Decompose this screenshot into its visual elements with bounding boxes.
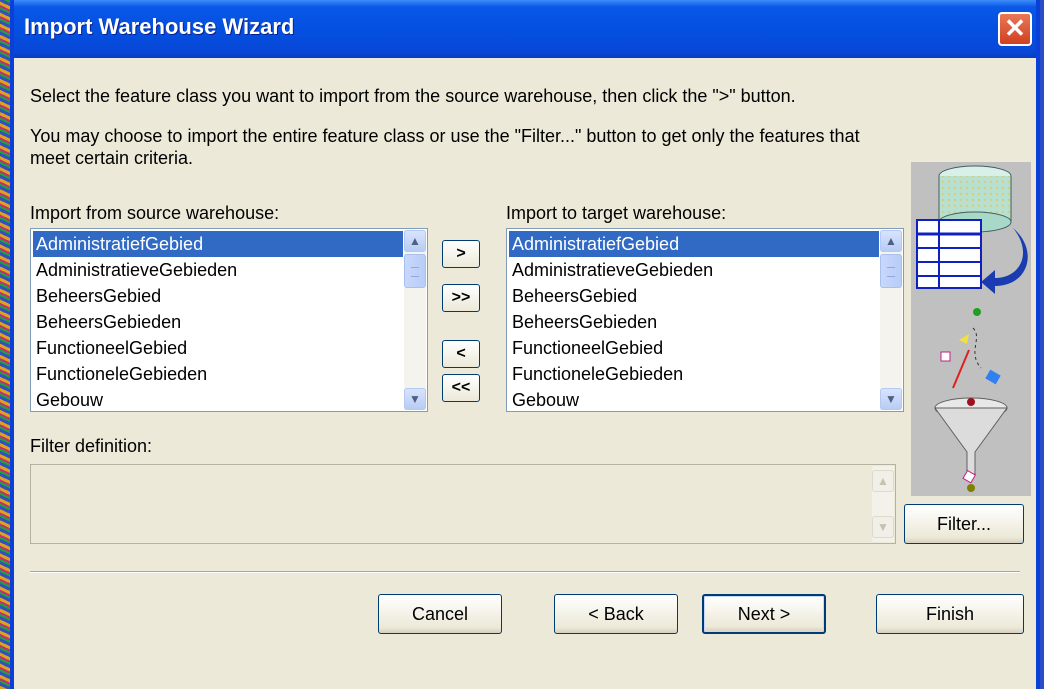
instruction-line-2: You may choose to import the entire feat… <box>30 126 860 146</box>
list-item[interactable]: BeheersGebieden <box>509 309 879 335</box>
source-listbox[interactable]: AdministratiefGebied AdministratieveGebie… <box>30 228 428 412</box>
scroll-up-icon[interactable]: ▲ <box>880 230 902 252</box>
filter-definition-field[interactable]: ▲ ▼ <box>30 464 896 544</box>
list-item[interactable]: FunctioneelGebied <box>33 335 403 361</box>
scroll-up-icon: ▲ <box>872 470 894 492</box>
target-listbox[interactable]: AdministratiefGebied AdministratieveGebie… <box>506 228 904 412</box>
close-button[interactable]: ✕ <box>998 12 1032 46</box>
list-item[interactable]: AdministratiefGebied <box>509 231 879 257</box>
list-item[interactable]: BeheersGebied <box>33 283 403 309</box>
list-item[interactable]: FunctioneleGebieden <box>509 361 879 387</box>
list-item[interactable]: FunctioneelGebied <box>509 335 879 361</box>
next-button-label: Next > <box>737 604 791 624</box>
list-item[interactable]: AdministratieveGebieden <box>509 257 879 283</box>
scroll-up-icon[interactable]: ▲ <box>404 230 426 252</box>
target-scrollbar[interactable]: ▲ ▼ <box>880 230 902 410</box>
add-button[interactable]: > <box>442 240 480 268</box>
scroll-thumb[interactable] <box>404 254 426 288</box>
finish-button-label: Finish <box>925 604 974 624</box>
target-list-label: Import to target warehouse: <box>506 203 727 223</box>
list-item[interactable]: FunctioneleGebieden <box>33 361 403 387</box>
remove-all-button[interactable]: << <box>442 374 480 402</box>
cancel-button[interactable]: Cancel <box>378 594 502 634</box>
finish-button[interactable]: Finish <box>876 594 1024 634</box>
instruction-line-1: Select the feature class you want to imp… <box>30 86 796 106</box>
filter-definition-label: Filter definition: <box>30 436 153 456</box>
scroll-down-icon[interactable]: ▼ <box>404 388 426 410</box>
list-item[interactable]: AdministratiefGebied <box>33 231 403 257</box>
source-scrollbar[interactable]: ▲ ▼ <box>404 230 426 410</box>
back-button[interactable]: < Back <box>554 594 678 634</box>
footer-separator <box>30 571 1020 573</box>
instruction-line-3: meet certain criteria. <box>30 148 194 168</box>
next-button[interactable]: Next > <box>702 594 826 634</box>
database-icon <box>916 165 1028 492</box>
scroll-down-icon: ▼ <box>872 516 894 538</box>
cancel-button-label: Cancel <box>411 604 469 624</box>
remove-button[interactable]: < <box>442 340 480 368</box>
filter-scrollbar: ▲ ▼ <box>872 466 894 542</box>
list-item[interactable]: AdministratieveGebieden <box>33 257 403 283</box>
title-bar[interactable]: Import Warehouse Wizard ✕ <box>14 0 1036 58</box>
source-list-label: Import from source warehouse: <box>30 203 280 223</box>
wizard-window: Import Warehouse Wizard ✕ Select the fea… <box>10 0 1040 689</box>
filter-button[interactable]: Filter... <box>904 504 1024 544</box>
scroll-down-icon[interactable]: ▼ <box>880 388 902 410</box>
add-all-button[interactable]: >> <box>442 284 480 312</box>
scroll-thumb[interactable] <box>880 254 902 288</box>
database-filter-illustration <box>911 162 1031 496</box>
list-item[interactable]: Gebouw <box>33 387 403 411</box>
list-item[interactable]: BeheersGebied <box>509 283 879 309</box>
close-icon: ✕ <box>1004 13 1026 43</box>
back-button-label: < Back <box>588 604 644 624</box>
list-item[interactable]: Gebouw <box>509 387 879 411</box>
list-item[interactable]: BeheersGebieden <box>33 309 403 335</box>
filter-button-label: Filter... <box>936 514 991 534</box>
window-title: Import Warehouse Wizard <box>24 14 295 39</box>
